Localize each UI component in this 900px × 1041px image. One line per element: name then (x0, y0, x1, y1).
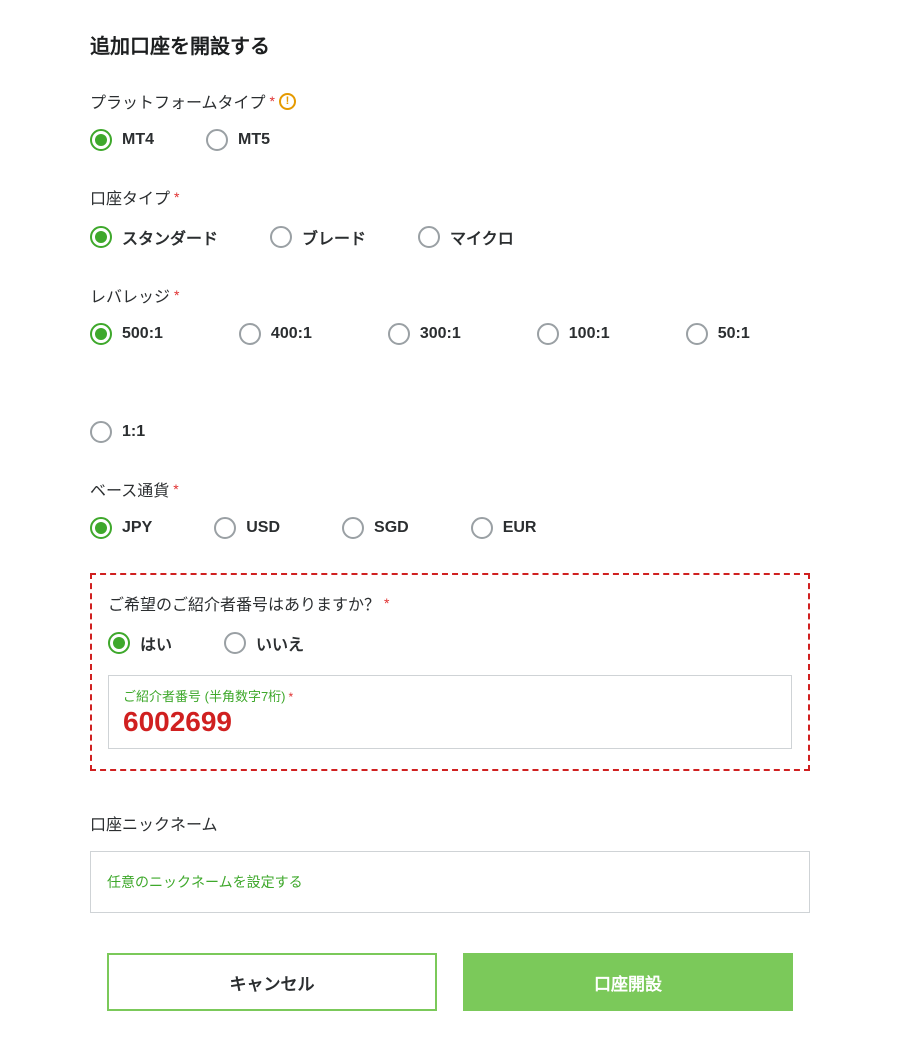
page-title: 追加口座を開設する (90, 30, 810, 59)
action-buttons: キャンセル 口座開設 (90, 953, 810, 1011)
radio-icon (537, 323, 559, 345)
option-label: 50:1 (718, 325, 750, 343)
referrer-highlight-box: ご希望のご紹介者番号はありますか？ * はい いいえ ご紹介者番号 (半角数字7… (90, 573, 810, 771)
radio-icon (206, 129, 228, 151)
referrer-option-yes[interactable]: はい (108, 631, 172, 655)
account-type-group: 口座タイプ * スタンダード ブレード マイクロ (90, 185, 810, 249)
radio-icon (90, 129, 112, 151)
option-label: EUR (503, 519, 537, 537)
nickname-group: 口座ニックネーム 任意のニックネームを設定する (90, 811, 810, 913)
platform-type-label: プラットフォームタイプ * ! (90, 89, 810, 113)
open-additional-account-form: 追加口座を開設する プラットフォームタイプ * ! MT4 MT5 口座タイプ … (90, 30, 810, 1011)
referrer-group: ご希望のご紹介者番号はありますか？ * はい いいえ (108, 591, 792, 655)
radio-icon (388, 323, 410, 345)
option-label: SGD (374, 519, 409, 537)
platform-type-options: MT4 MT5 (90, 129, 810, 151)
radio-icon (90, 421, 112, 443)
submit-button[interactable]: 口座開設 (463, 953, 793, 1011)
leverage-option-400[interactable]: 400:1 (239, 323, 312, 345)
referrer-option-no[interactable]: いいえ (224, 631, 304, 655)
leverage-options: 500:1 400:1 300:1 100:1 50:1 1:1 (90, 323, 810, 443)
account-type-options: スタンダード ブレード マイクロ (90, 225, 810, 249)
currency-option-jpy[interactable]: JPY (90, 517, 152, 539)
option-label: 400:1 (271, 325, 312, 343)
account-type-option-standard[interactable]: スタンダード (90, 225, 218, 249)
account-type-option-micro[interactable]: マイクロ (418, 225, 514, 249)
option-label: 300:1 (420, 325, 461, 343)
radio-icon (224, 632, 246, 654)
option-label: USD (246, 519, 280, 537)
referrer-number-value: 6002699 (123, 707, 777, 736)
platform-type-label-text: プラットフォームタイプ (90, 89, 266, 113)
leverage-option-1[interactable]: 1:1 (90, 421, 145, 443)
nickname-input[interactable]: 任意のニックネームを設定する (90, 851, 810, 913)
currency-option-usd[interactable]: USD (214, 517, 280, 539)
platform-type-group: プラットフォームタイプ * ! MT4 MT5 (90, 89, 810, 151)
required-mark: * (174, 189, 179, 205)
leverage-label: レバレッジ * (90, 283, 810, 307)
base-currency-options: JPY USD SGD EUR (90, 517, 810, 539)
radio-icon (90, 323, 112, 345)
radio-icon (239, 323, 261, 345)
option-label: スタンダード (122, 225, 218, 249)
platform-option-mt5[interactable]: MT5 (206, 129, 270, 151)
radio-icon (90, 517, 112, 539)
required-mark: * (173, 481, 178, 497)
option-label: 1:1 (122, 423, 145, 441)
currency-option-eur[interactable]: EUR (471, 517, 537, 539)
leverage-group: レバレッジ * 500:1 400:1 300:1 100:1 50:1 (90, 283, 810, 443)
referrer-options: はい いいえ (108, 631, 792, 655)
leverage-option-100[interactable]: 100:1 (537, 323, 610, 345)
radio-icon (270, 226, 292, 248)
option-label: JPY (122, 519, 152, 537)
referrer-number-label: ご紹介者番号 (半角数字7桁) * (123, 686, 777, 705)
nickname-placeholder: 任意のニックネームを設定する (107, 874, 303, 890)
account-type-label: 口座タイプ * (90, 185, 810, 209)
option-label: ブレード (302, 225, 366, 249)
option-label: いいえ (256, 631, 304, 655)
nickname-label-text: 口座ニックネーム (90, 811, 218, 835)
currency-option-sgd[interactable]: SGD (342, 517, 409, 539)
option-label: MT5 (238, 131, 270, 149)
referrer-label: ご希望のご紹介者番号はありますか？ * (108, 591, 792, 615)
account-type-option-blade[interactable]: ブレード (270, 225, 366, 249)
account-type-label-text: 口座タイプ (90, 185, 170, 209)
radio-icon (108, 632, 130, 654)
leverage-option-300[interactable]: 300:1 (388, 323, 461, 345)
leverage-label-text: レバレッジ (90, 283, 170, 307)
option-label: 100:1 (569, 325, 610, 343)
radio-icon (342, 517, 364, 539)
submit-button-label: 口座開設 (594, 970, 662, 995)
base-currency-label-text: ベース通貨 (90, 477, 169, 501)
base-currency-label: ベース通貨 * (90, 477, 810, 501)
required-mark: * (270, 93, 275, 109)
required-mark: * (384, 595, 389, 611)
radio-icon (418, 226, 440, 248)
required-mark: * (174, 287, 179, 303)
platform-option-mt4[interactable]: MT4 (90, 129, 154, 151)
radio-icon (90, 226, 112, 248)
radio-icon (471, 517, 493, 539)
option-label: マイクロ (450, 225, 514, 249)
radio-icon (214, 517, 236, 539)
required-mark: * (289, 690, 294, 704)
radio-icon (686, 323, 708, 345)
cancel-button[interactable]: キャンセル (107, 953, 437, 1011)
referrer-number-field[interactable]: ご紹介者番号 (半角数字7桁) * 6002699 (108, 675, 792, 749)
leverage-option-50[interactable]: 50:1 (686, 323, 750, 345)
nickname-label: 口座ニックネーム (90, 811, 810, 835)
referrer-number-label-text: ご紹介者番号 (半角数字7桁) (123, 686, 286, 705)
info-icon[interactable]: ! (279, 93, 296, 110)
referrer-label-text: ご希望のご紹介者番号はありますか？ (108, 591, 380, 615)
option-label: 500:1 (122, 325, 163, 343)
option-label: MT4 (122, 131, 154, 149)
cancel-button-label: キャンセル (230, 970, 315, 995)
base-currency-group: ベース通貨 * JPY USD SGD EUR (90, 477, 810, 539)
option-label: はい (140, 631, 172, 655)
leverage-option-500[interactable]: 500:1 (90, 323, 163, 345)
